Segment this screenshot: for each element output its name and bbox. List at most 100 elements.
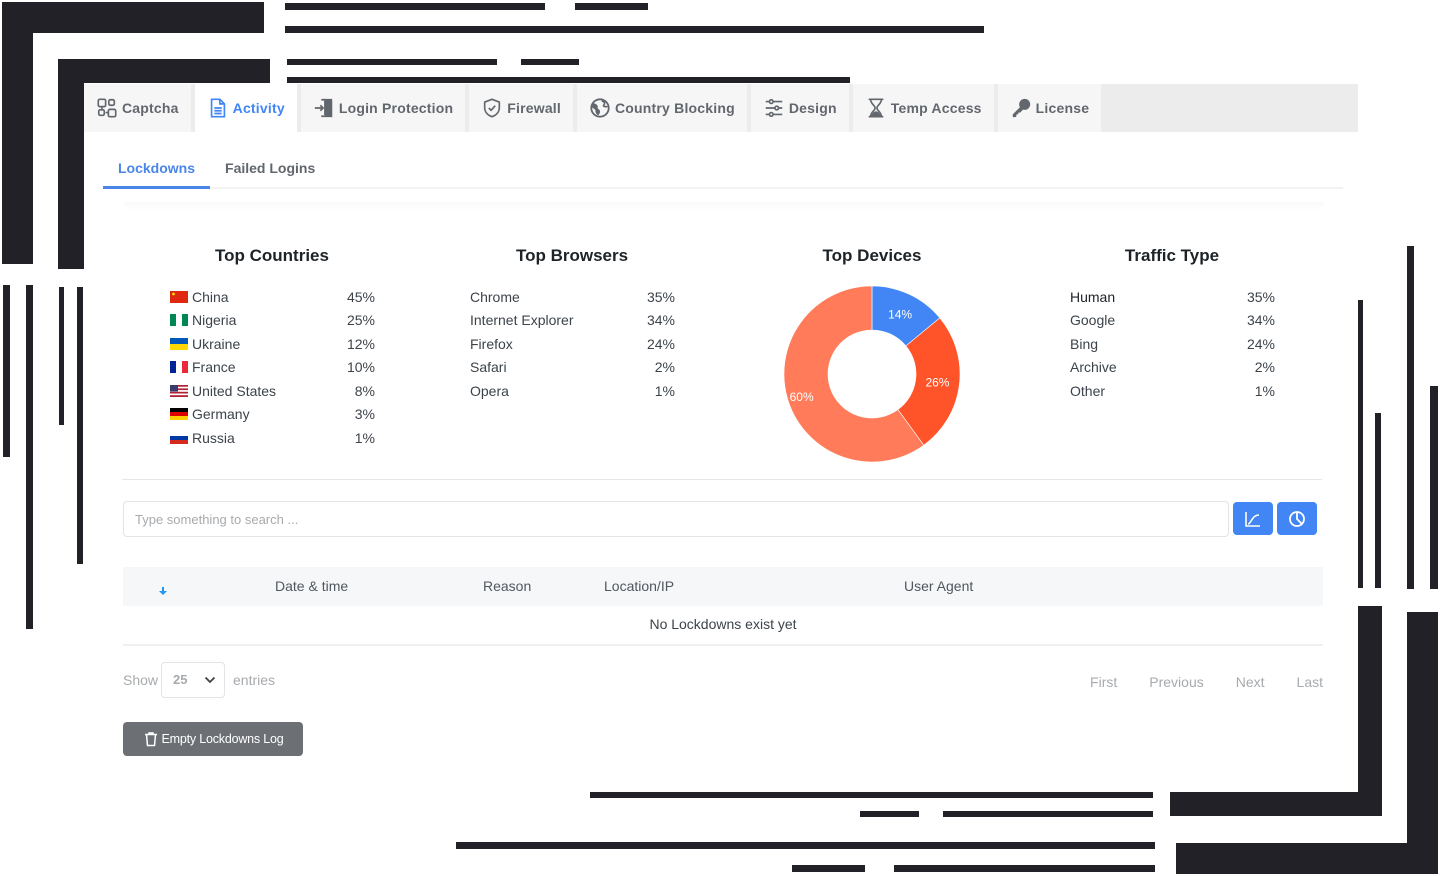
decoration-bar	[58, 59, 84, 269]
stat-row: Other 1%	[1070, 379, 1275, 403]
decoration-bar	[1358, 606, 1382, 816]
stat-row: Chrome 35%	[470, 285, 675, 309]
tab-label: Firewall	[507, 100, 561, 116]
subtab-failed-logins[interactable]: Failed Logins	[210, 152, 330, 189]
lockdowns-table: Date & time Reason Location/IP User Agen…	[123, 567, 1323, 646]
stat-value: 2%	[654, 359, 675, 376]
stat-name: United States	[170, 383, 276, 399]
entries-value: 25	[173, 672, 188, 687]
flag-ru-icon	[170, 431, 188, 444]
stat-row: Germany 3%	[170, 403, 375, 427]
tab-label: Temp Access	[890, 100, 982, 116]
tab-activity[interactable]: Activity	[194, 84, 297, 132]
donut-slice-label: 60%	[790, 390, 814, 404]
entries-select[interactable]: 25	[161, 662, 225, 698]
decoration-bar	[590, 792, 1153, 798]
decoration-bar	[26, 285, 33, 629]
pie-chart-icon	[1289, 510, 1305, 527]
column-user-agent[interactable]: User Agent	[904, 567, 973, 606]
activity-panel: Captcha Activity Login Protection Firewa…	[84, 84, 1358, 784]
pie-chart-button[interactable]	[1277, 502, 1317, 535]
stat-title: Top Browsers	[515, 246, 629, 265]
line-chart-button[interactable]	[1233, 502, 1273, 535]
tab-country-blocking[interactable]: Country Blocking	[576, 84, 747, 132]
stat-value: 1%	[1254, 382, 1275, 399]
stat-label: China	[192, 288, 229, 305]
tab-design[interactable]: Design	[750, 84, 849, 132]
stat-value: 10%	[346, 359, 375, 376]
decoration-bar	[860, 811, 919, 817]
stat-value: 12%	[346, 335, 375, 352]
donut-svg: 14% 26% 60%	[783, 285, 961, 463]
top-countries: Top Countries China 45% Nigeria 25% Ukraine 1…	[122, 234, 422, 450]
stat-label: Google	[1070, 312, 1116, 329]
stat-label: France	[192, 359, 236, 376]
tab-label: Captcha	[122, 100, 179, 116]
main-tabs: Captcha Activity Login Protection Firewa…	[84, 84, 1358, 132]
stat-row: Nigeria 25%	[170, 309, 375, 333]
stat-name: Germany	[170, 406, 250, 422]
stat-label: Nigeria	[192, 312, 237, 329]
column-location-ip[interactable]: Location/IP	[604, 567, 674, 606]
stat-row: Russia 1%	[170, 426, 375, 450]
tab-captcha[interactable]: Captcha	[84, 84, 191, 132]
decoration-bar	[77, 287, 83, 564]
top-devices: Top Devices	[722, 234, 1022, 278]
stat-value: 3%	[354, 406, 375, 423]
flag-fr-icon	[170, 361, 188, 374]
pagination: First Previous Next Last	[1058, 664, 1323, 700]
flag-de-icon	[170, 408, 188, 421]
decoration-bar	[1430, 386, 1438, 589]
donut-slice-label: 26%	[925, 375, 949, 389]
tab-firewall[interactable]: Firewall	[469, 84, 573, 132]
decoration-bar	[1375, 413, 1381, 588]
decoration-bar	[3, 285, 10, 457]
stat-row: Ukraine 12%	[170, 332, 375, 356]
captcha-icon	[97, 98, 117, 118]
stat-label: Human	[1070, 288, 1116, 305]
stat-label: Archive	[1070, 359, 1117, 376]
document-icon	[210, 98, 225, 118]
flag-ua-icon	[170, 337, 188, 350]
stat-value: 8%	[354, 382, 375, 399]
tab-license[interactable]: License	[997, 84, 1102, 132]
stat-name: Bing	[1070, 336, 1098, 352]
decoration-bar	[575, 3, 648, 10]
decoration-bar	[59, 287, 64, 425]
stat-name: Archive	[1070, 359, 1117, 375]
stat-value: 1%	[354, 429, 375, 446]
stat-value: 1%	[654, 382, 675, 399]
last-page-link[interactable]: Last	[1297, 664, 1323, 700]
column-reason[interactable]: Reason	[483, 567, 531, 606]
next-page-link[interactable]: Next	[1236, 664, 1265, 700]
tab-label: Design	[788, 100, 837, 116]
stat-row: Bing 24%	[1070, 332, 1275, 356]
column-date-time[interactable]: Date & time	[275, 567, 348, 606]
stat-label: Chrome	[470, 288, 520, 305]
table-header: Date & time Reason Location/IP User Agen…	[123, 567, 1323, 606]
decoration-bar	[1407, 612, 1438, 874]
tab-login-protection[interactable]: Login Protection	[300, 84, 466, 132]
decoration-bar	[1358, 300, 1363, 588]
search-input[interactable]	[123, 501, 1229, 537]
previous-page-link[interactable]: Previous	[1149, 664, 1203, 700]
sliders-icon	[765, 98, 783, 118]
decoration-bar	[285, 3, 545, 10]
stats-section: Top Countries China 45% Nigeria 25% Ukraine 1…	[122, 234, 1322, 480]
empty-table-message: No Lockdowns exist yet	[123, 606, 1323, 646]
stat-value: 25%	[346, 312, 375, 329]
empty-lockdowns-log-button[interactable]: Empty Lockdowns Log	[123, 722, 303, 756]
stat-label: United States	[192, 382, 277, 399]
decoration-bar	[285, 26, 984, 33]
first-page-link[interactable]: First	[1090, 664, 1117, 700]
tab-label: License	[1035, 100, 1090, 116]
decoration-bar	[792, 865, 865, 872]
subtab-lockdowns[interactable]: Lockdowns	[103, 152, 211, 189]
sort-down-icon	[159, 587, 167, 595]
sort-column[interactable]	[159, 571, 167, 610]
decoration-bar	[521, 59, 579, 65]
tab-temp-access[interactable]: Temp Access	[852, 84, 994, 132]
decoration-bar	[58, 59, 270, 83]
stat-row: Opera 1%	[470, 379, 675, 403]
stat-name: Other	[1070, 383, 1105, 399]
